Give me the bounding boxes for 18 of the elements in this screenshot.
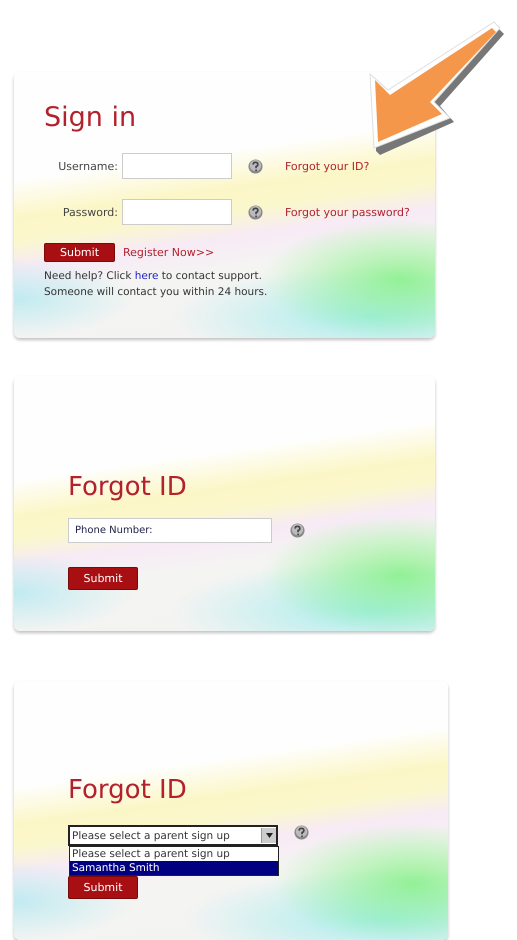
register-link[interactable]: Register Now>>	[123, 246, 214, 259]
note-text: Someone will contact you within 24 hours.	[44, 285, 268, 300]
submit-button[interactable]: Submit	[44, 243, 115, 262]
forgot-id-title: Forgot ID	[68, 472, 187, 502]
sign-in-title: Sign in	[44, 102, 136, 133]
phone-number-field[interactable]: Phone Number:	[68, 518, 272, 543]
field-label: Username:	[57, 160, 118, 172]
here-link[interactable]: here	[134, 270, 158, 282]
dropdown-option[interactable]: Samantha Smith	[70, 861, 278, 876]
submit-button[interactable]: Submit	[68, 566, 138, 590]
help-text: Need help? Click here to contact support.	[44, 269, 263, 284]
dropdown-option[interactable]: Please select a parent sign up	[70, 847, 278, 862]
parent-select[interactable]: Please select a parent sign up	[68, 825, 278, 846]
forgot-link[interactable]: Forgot your password?	[285, 206, 410, 218]
forgot-id-title: Forgot ID	[68, 775, 187, 806]
field-label: Password:	[62, 206, 118, 218]
submit-button[interactable]: Submit	[68, 876, 138, 900]
forgot-link[interactable]: Forgot your ID?	[285, 160, 370, 172]
